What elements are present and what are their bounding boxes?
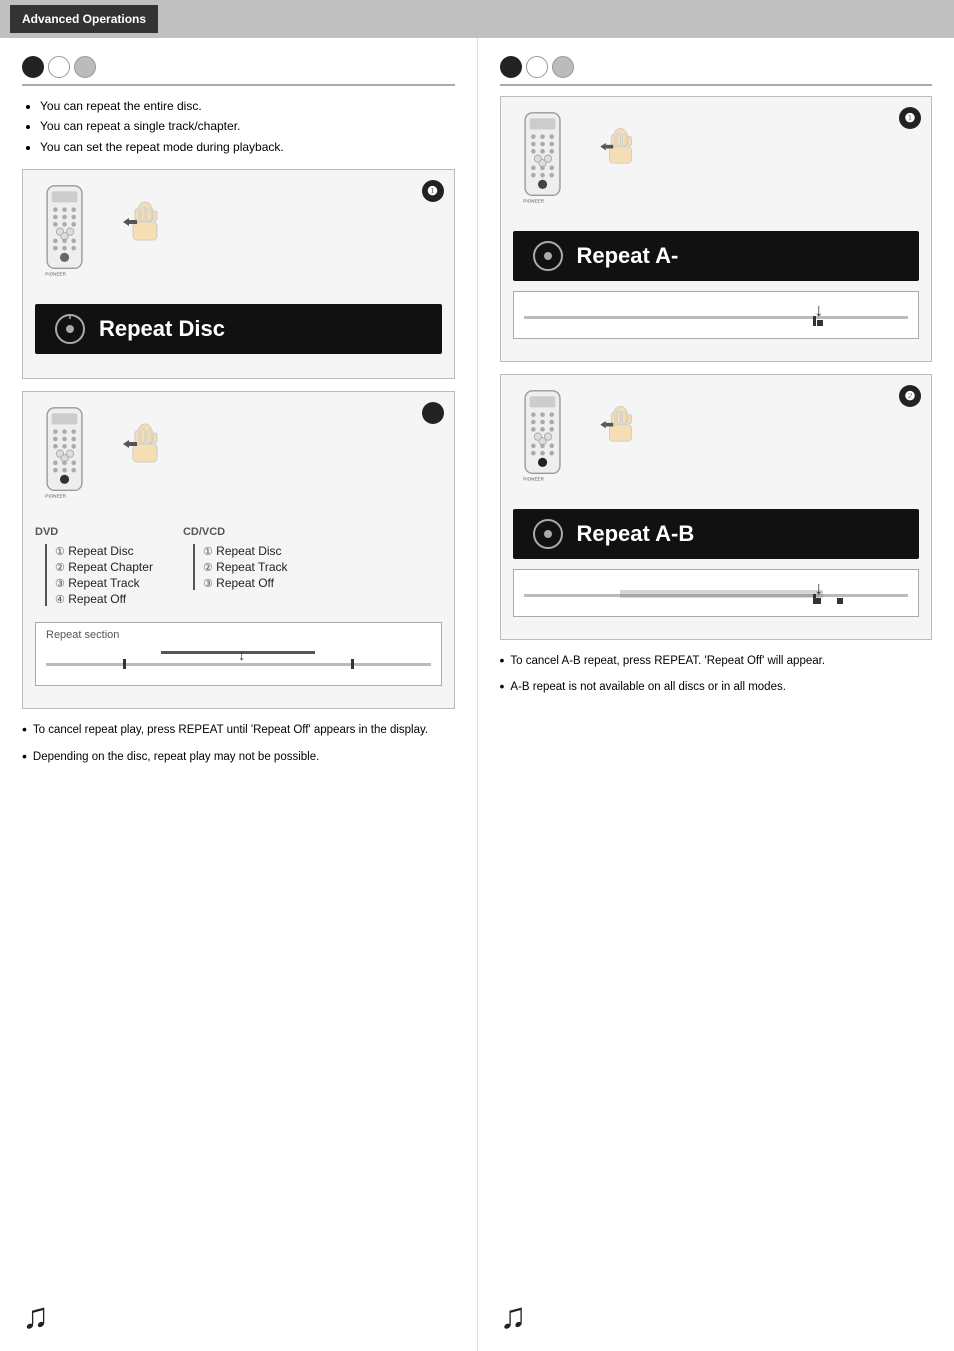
right-footnotes: To cancel A-B repeat, press REPEAT. 'Rep… (500, 652, 933, 697)
right-timeline-ab: ↓ (513, 569, 920, 617)
left-footnote-2: Depending on the disc, repeat play may n… (22, 748, 455, 766)
music-note-right: ♫ (500, 1295, 527, 1337)
right-step1-box: ❶ (500, 96, 933, 362)
dvd-mode-4: ④ Repeat Off (55, 592, 153, 606)
cd-label: CD/VCD (183, 526, 288, 538)
right-circle-2 (526, 56, 548, 78)
right-step1-remote-row: PIONEER (513, 111, 920, 221)
dvd-mode-1: ① Repeat Disc (55, 544, 153, 558)
right-footnote-2: A-B repeat is not available on all discs… (500, 678, 933, 696)
header-tab: Advanced Operations (10, 5, 158, 33)
left-step1-box: ❶ (22, 169, 455, 379)
right-display-text-2: Repeat A-B (577, 521, 695, 547)
hand-svg-3 (593, 121, 648, 176)
remote-svg-1: PIONEER (35, 184, 95, 294)
cd-mode-2: ② Repeat Track (203, 560, 288, 574)
music-note-left: ♫ (22, 1295, 49, 1337)
right-step2-box: ❷ (500, 374, 933, 640)
right-display-text-1: Repeat A- (577, 243, 679, 269)
left-step2-box: PIONEER (22, 391, 455, 709)
right-footnote-1: To cancel A-B repeat, press REPEAT. 'Rep… (500, 652, 933, 670)
right-timeline-a: ↓ (513, 291, 920, 339)
header-bar: Advanced Operations (0, 0, 954, 38)
disc-icon-3 (531, 517, 565, 551)
right-circle-3 (552, 56, 574, 78)
cd-modes: CD/VCD ① Repeat Disc ② Repeat Track ③ Re… (183, 526, 288, 612)
svg-text:PIONEER: PIONEER (523, 199, 544, 204)
left-display-text-1: Repeat Disc (99, 316, 225, 342)
right-step1-number: ❶ (899, 107, 921, 129)
bullet-3: You can set the repeat mode during playb… (40, 137, 455, 157)
left-footnote-1: To cancel repeat play, press REPEAT unti… (22, 721, 455, 739)
header-tab-label: Advanced Operations (22, 12, 146, 26)
modes-container: DVD ① Repeat Disc ② Repeat Chapter ③ Rep… (35, 526, 442, 612)
disc-icon-2 (531, 239, 565, 273)
right-display-box-1: Repeat A- (513, 231, 920, 281)
left-bullet-list: You can repeat the entire disc. You can … (22, 96, 455, 157)
remote-svg-4: PIONEER (513, 389, 573, 499)
right-column: ❶ (478, 38, 954, 1351)
hand-svg-4 (593, 399, 648, 454)
left-display-box-1: Repeat Disc (35, 304, 442, 354)
left-section-header (22, 56, 455, 78)
dvd-modes: DVD ① Repeat Disc ② Repeat Chapter ③ Rep… (35, 526, 153, 612)
remote-svg-3: PIONEER (513, 111, 573, 221)
right-section-header (500, 56, 933, 78)
dvd-mode-list: ① Repeat Disc ② Repeat Chapter ③ Repeat … (45, 544, 153, 606)
left-footnotes: To cancel repeat play, press REPEAT unti… (22, 721, 455, 766)
dvd-mode-2: ② Repeat Chapter (55, 560, 153, 574)
right-display-box-2: Repeat A-B (513, 509, 920, 559)
hand-press-1 (115, 194, 175, 262)
right-step2-remote-row: PIONEER (513, 389, 920, 499)
left-step2-remote-row: PIONEER (35, 406, 442, 516)
hand-press-4 (593, 399, 648, 457)
bullet-1: You can repeat the entire disc. (40, 96, 455, 116)
hand-press-3 (593, 121, 648, 179)
right-step2-number: ❷ (899, 385, 921, 407)
bullet-2: You can repeat a single track/chapter. (40, 116, 455, 136)
left-timeline: Repeat section ↓ (35, 622, 442, 686)
cd-mode-3: ③ Repeat Off (203, 576, 288, 590)
svg-text:PIONEER: PIONEER (45, 494, 66, 499)
disc-icon-1 (53, 312, 87, 346)
right-circle-1 (500, 56, 522, 78)
remote-svg-2: PIONEER (35, 406, 95, 516)
hand-svg-2 (115, 416, 175, 476)
circle-3 (74, 56, 96, 78)
dvd-mode-3: ③ Repeat Track (55, 576, 153, 590)
circle-1 (22, 56, 44, 78)
svg-text:PIONEER: PIONEER (523, 477, 544, 482)
hand-svg-1 (115, 194, 175, 254)
svg-text:PIONEER: PIONEER (45, 272, 66, 277)
cd-mode-1: ① Repeat Disc (203, 544, 288, 558)
dvd-label: DVD (35, 526, 153, 538)
right-section-line (500, 84, 933, 86)
left-step2-number (422, 402, 444, 424)
circle-2 (48, 56, 70, 78)
left-timeline-label: Repeat section (46, 629, 431, 641)
left-step1-number: ❶ (422, 180, 444, 202)
left-section-line (22, 84, 455, 86)
hand-press-2 (115, 416, 175, 479)
cd-mode-list: ① Repeat Disc ② Repeat Track ③ Repeat Of… (193, 544, 288, 590)
left-column: You can repeat the entire disc. You can … (0, 38, 478, 1351)
main-columns: You can repeat the entire disc. You can … (0, 38, 954, 1351)
left-step1-remote-row: PIONEER (35, 184, 442, 294)
